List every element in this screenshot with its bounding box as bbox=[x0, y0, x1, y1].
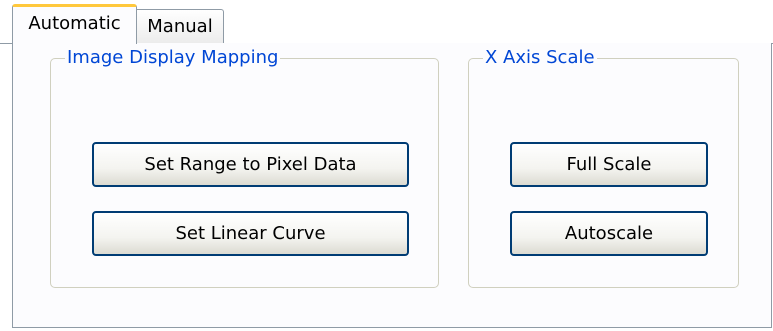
autoscale-button[interactable]: Autoscale bbox=[510, 211, 708, 256]
tab-automatic[interactable]: Automatic bbox=[12, 4, 137, 44]
image-display-mapping-title: Image Display Mapping bbox=[65, 45, 281, 71]
set-range-to-pixel-data-button[interactable]: Set Range to Pixel Data bbox=[92, 142, 409, 187]
set-linear-curve-button[interactable]: Set Linear Curve bbox=[92, 211, 409, 256]
full-scale-button[interactable]: Full Scale bbox=[510, 142, 708, 187]
tab-manual[interactable]: Manual bbox=[137, 9, 224, 43]
x-axis-scale-title: X Axis Scale bbox=[483, 45, 597, 71]
dialog-root: Automatic Manual Image Display Mapping X… bbox=[0, 0, 773, 331]
tab-strip: Automatic Manual bbox=[0, 0, 773, 44]
